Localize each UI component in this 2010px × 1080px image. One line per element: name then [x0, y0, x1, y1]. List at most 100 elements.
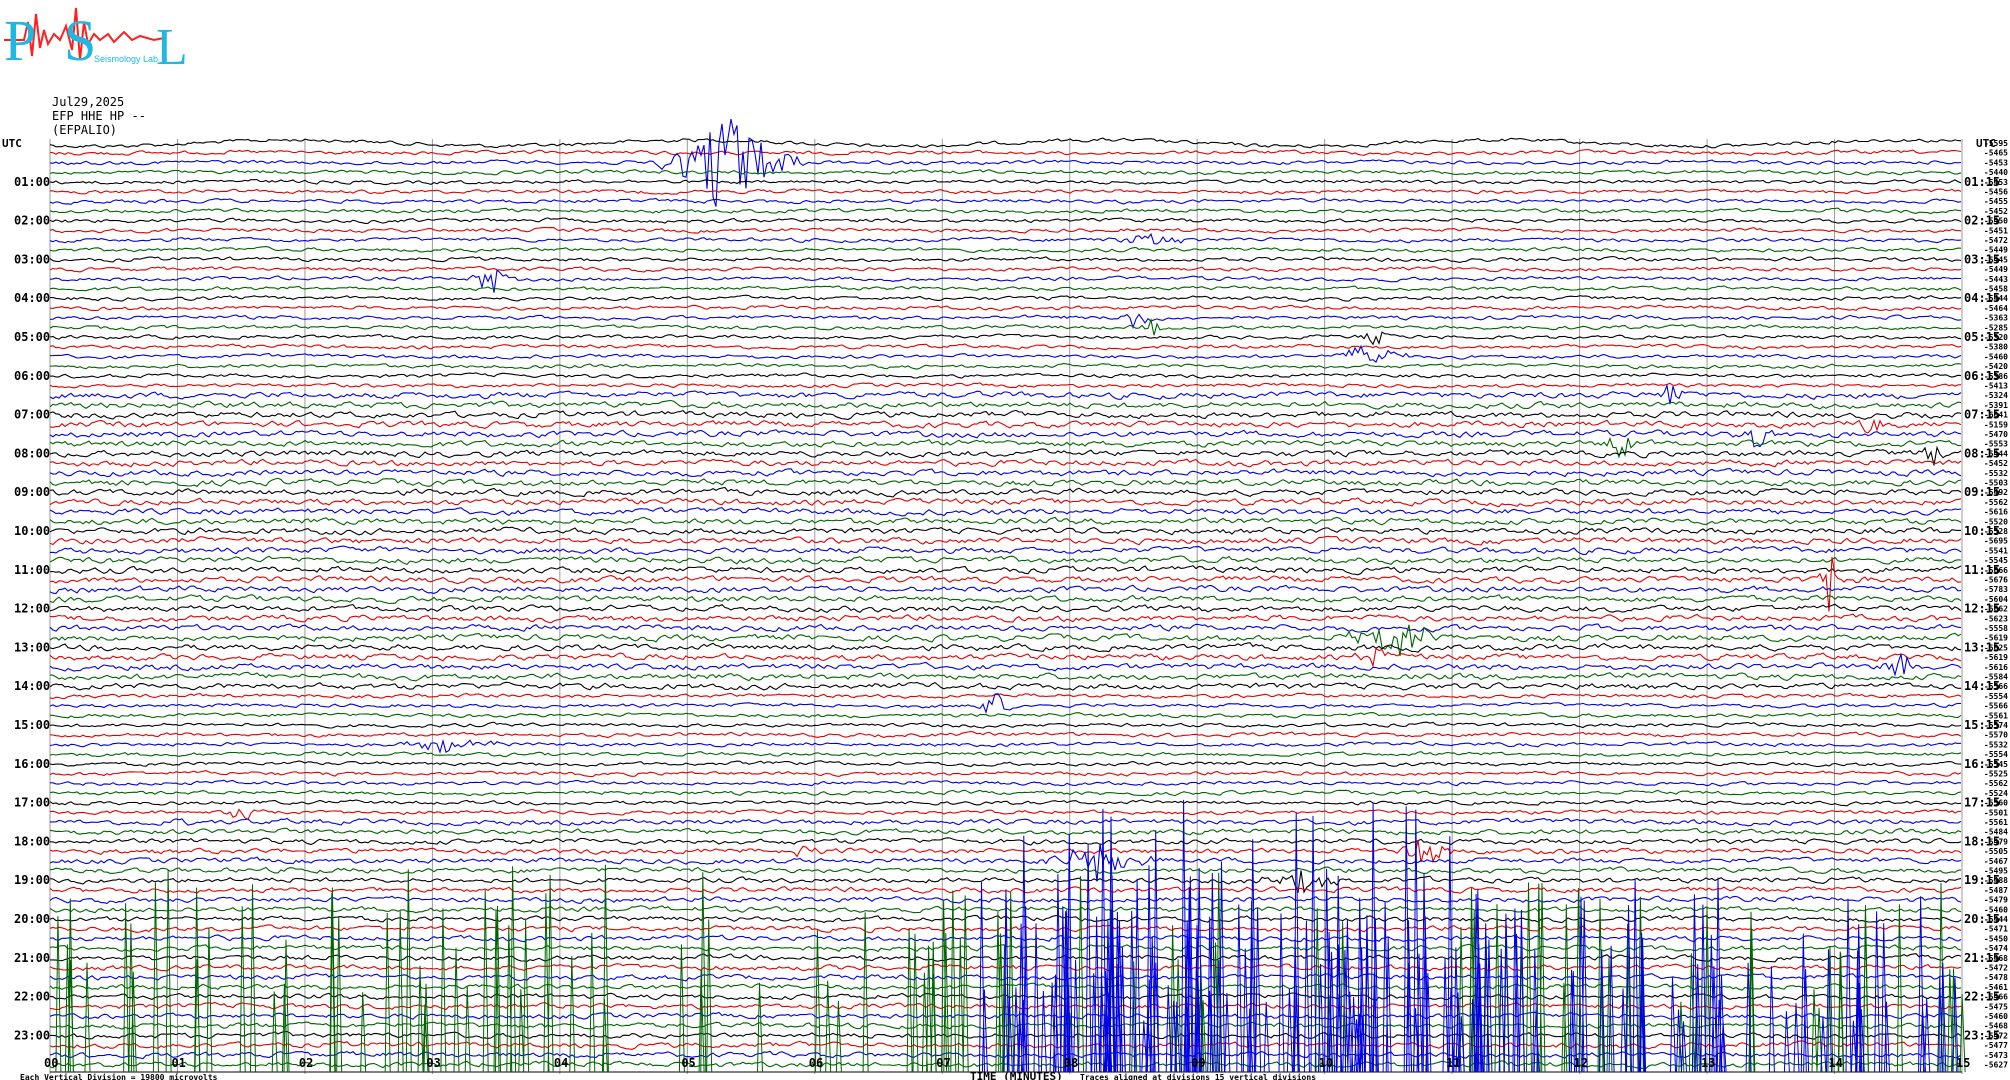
trace-line [49, 555, 1962, 566]
trace-line [49, 317, 1962, 336]
trace-mean-label: -5460 [1984, 905, 2008, 914]
hour-label-left: 08:00 [14, 446, 50, 460]
x-tick-label: 12 [1574, 1056, 1588, 1070]
hour-label-left: 21:00 [14, 951, 50, 965]
x-tick-label: 04 [554, 1056, 568, 1070]
hour-label-left: 23:00 [14, 1028, 50, 1042]
trace-line [49, 486, 1962, 498]
x-tick-label: 05 [681, 1056, 695, 1070]
trace-mean-label: -6041 [1984, 411, 2008, 420]
trace-line [49, 623, 1962, 633]
trace-mean-label: -5444 [1984, 294, 2008, 303]
trace-line [49, 399, 1962, 410]
trace-mean-label: -5475 [1984, 1002, 2008, 1011]
trace-mean-label: -5452 [1984, 459, 2008, 468]
trace-mean-label: -5451 [1984, 226, 2008, 235]
trace-line [49, 557, 1962, 612]
seismogram-plot: UTC UTC01:0002:0003:0004:0005:0006:0007:0… [2, 118, 2008, 1080]
x-tick-label: 00 [44, 1056, 58, 1070]
trace-line [49, 169, 1962, 176]
trace-line [49, 304, 1962, 312]
hour-label-left: 03:00 [14, 252, 50, 266]
trace-line [49, 671, 1962, 682]
trace-line [49, 843, 1962, 882]
trace-mean-label: -5324 [1984, 391, 2008, 400]
x-tick-label: 11 [1446, 1056, 1460, 1070]
trace-mean-label: -5455 [1984, 197, 2008, 206]
trace-line [49, 535, 1962, 546]
trace-mean-label: -5627 [1984, 1061, 2008, 1070]
hour-label-left: 06:00 [14, 369, 50, 383]
alignment-note: Traces aligned at divisions 15 vertical … [1080, 1072, 1316, 1080]
trace-mean-label: -5474 [1984, 944, 2008, 953]
trace-line [49, 207, 1962, 215]
hour-label-left: 10:00 [14, 524, 50, 538]
trace-mean-label: -5783 [1984, 585, 2008, 594]
x-tick-label: 08 [1064, 1056, 1078, 1070]
trace-mean-label: -5616 [1984, 663, 2008, 672]
hour-label-left: 15:00 [14, 718, 50, 732]
trace-line [49, 226, 1962, 234]
hour-label-left: 20:00 [14, 912, 50, 926]
trace-line [49, 232, 1962, 245]
x-tick-label: 13 [1701, 1056, 1715, 1070]
trace-mean-label: -5553 [1984, 440, 2008, 449]
trace-line [49, 362, 1962, 370]
trace-line [49, 149, 1962, 156]
trace-mean-label: -5492 [1984, 488, 2008, 497]
trace-mean-label: -5525 [1984, 770, 2008, 779]
trace-mean-label: -5505 [1984, 847, 2008, 856]
trace-mean-label: -5468 [1984, 954, 2008, 963]
trace-line [49, 372, 1962, 379]
trace-line [49, 516, 1962, 526]
trace-mean-label: -5478 [1984, 973, 2008, 982]
trace-mean-label: -5363 [1984, 314, 2008, 323]
trace-mean-label: -5391 [1984, 401, 2008, 410]
trace-mean-label: -5584 [1984, 673, 2008, 682]
trace-line [49, 565, 1962, 576]
trace-mean-label: -5453 [1984, 178, 2008, 187]
trace-line [49, 418, 1962, 434]
trace-line [49, 246, 1962, 253]
trace-mean-label: -5561 [1984, 711, 2008, 720]
hour-label-left: 17:00 [14, 796, 50, 810]
trace-mean-label: -5413 [1984, 382, 2008, 391]
trace-mean-label: -5566 [1984, 682, 2008, 691]
trace-mean-label: -5443 [1984, 275, 2008, 284]
trace-line [50, 817, 1962, 827]
trace-mean-label: -5467 [1984, 857, 2008, 866]
trace-mean-label: -5524 [1984, 789, 2008, 798]
trace-mean-label: -5604 [1984, 595, 2008, 604]
hour-label-left: 13:00 [14, 640, 50, 654]
trace-mean-label: -5662 [1984, 605, 2008, 614]
trace-line [49, 477, 1962, 488]
x-tick-label: 02 [299, 1056, 313, 1070]
x-tick-label: 15 [1956, 1056, 1970, 1070]
hour-label-left: 22:00 [14, 990, 50, 1004]
trace-mean-label: -5545 [1984, 556, 2008, 565]
trace-line [49, 738, 1962, 754]
trace-mean-label: -5470 [1984, 430, 2008, 439]
trace-mean-label: -5484 [1984, 828, 2008, 837]
trace-mean-label: -5487 [1984, 886, 2008, 895]
hour-label-left: 18:00 [14, 834, 50, 848]
trace-mean-label: -5616 [1984, 508, 2008, 517]
x-tick-label: 10 [1319, 1056, 1333, 1070]
trace-mean-label: -5541 [1984, 546, 2008, 555]
trace-mean-label: -5472 [1984, 1031, 2008, 1040]
trace-mean-label: -5676 [1984, 576, 2008, 585]
trace-line [49, 594, 1962, 605]
trace-line [49, 839, 1962, 864]
trace-mean-label: -5595 [1984, 139, 2008, 148]
trace-line [49, 760, 1962, 768]
hour-label-left: 05:00 [14, 330, 50, 344]
trace-line [49, 603, 1962, 614]
hour-label-left: 16:00 [14, 757, 50, 771]
trace-mean-label: -5440 [1984, 168, 2008, 177]
trace-mean-label: -5477 [1984, 1041, 2008, 1050]
trace-mean-label: -5472 [1984, 236, 2008, 245]
trace-mean-label: -5420 [1984, 362, 2008, 371]
x-tick-label: 07 [936, 1056, 950, 1070]
trace-mean-label: -5466 [1984, 993, 2008, 1002]
vertical-division-note: Each Vertical Division = 19800 microvolt… [20, 1072, 218, 1080]
